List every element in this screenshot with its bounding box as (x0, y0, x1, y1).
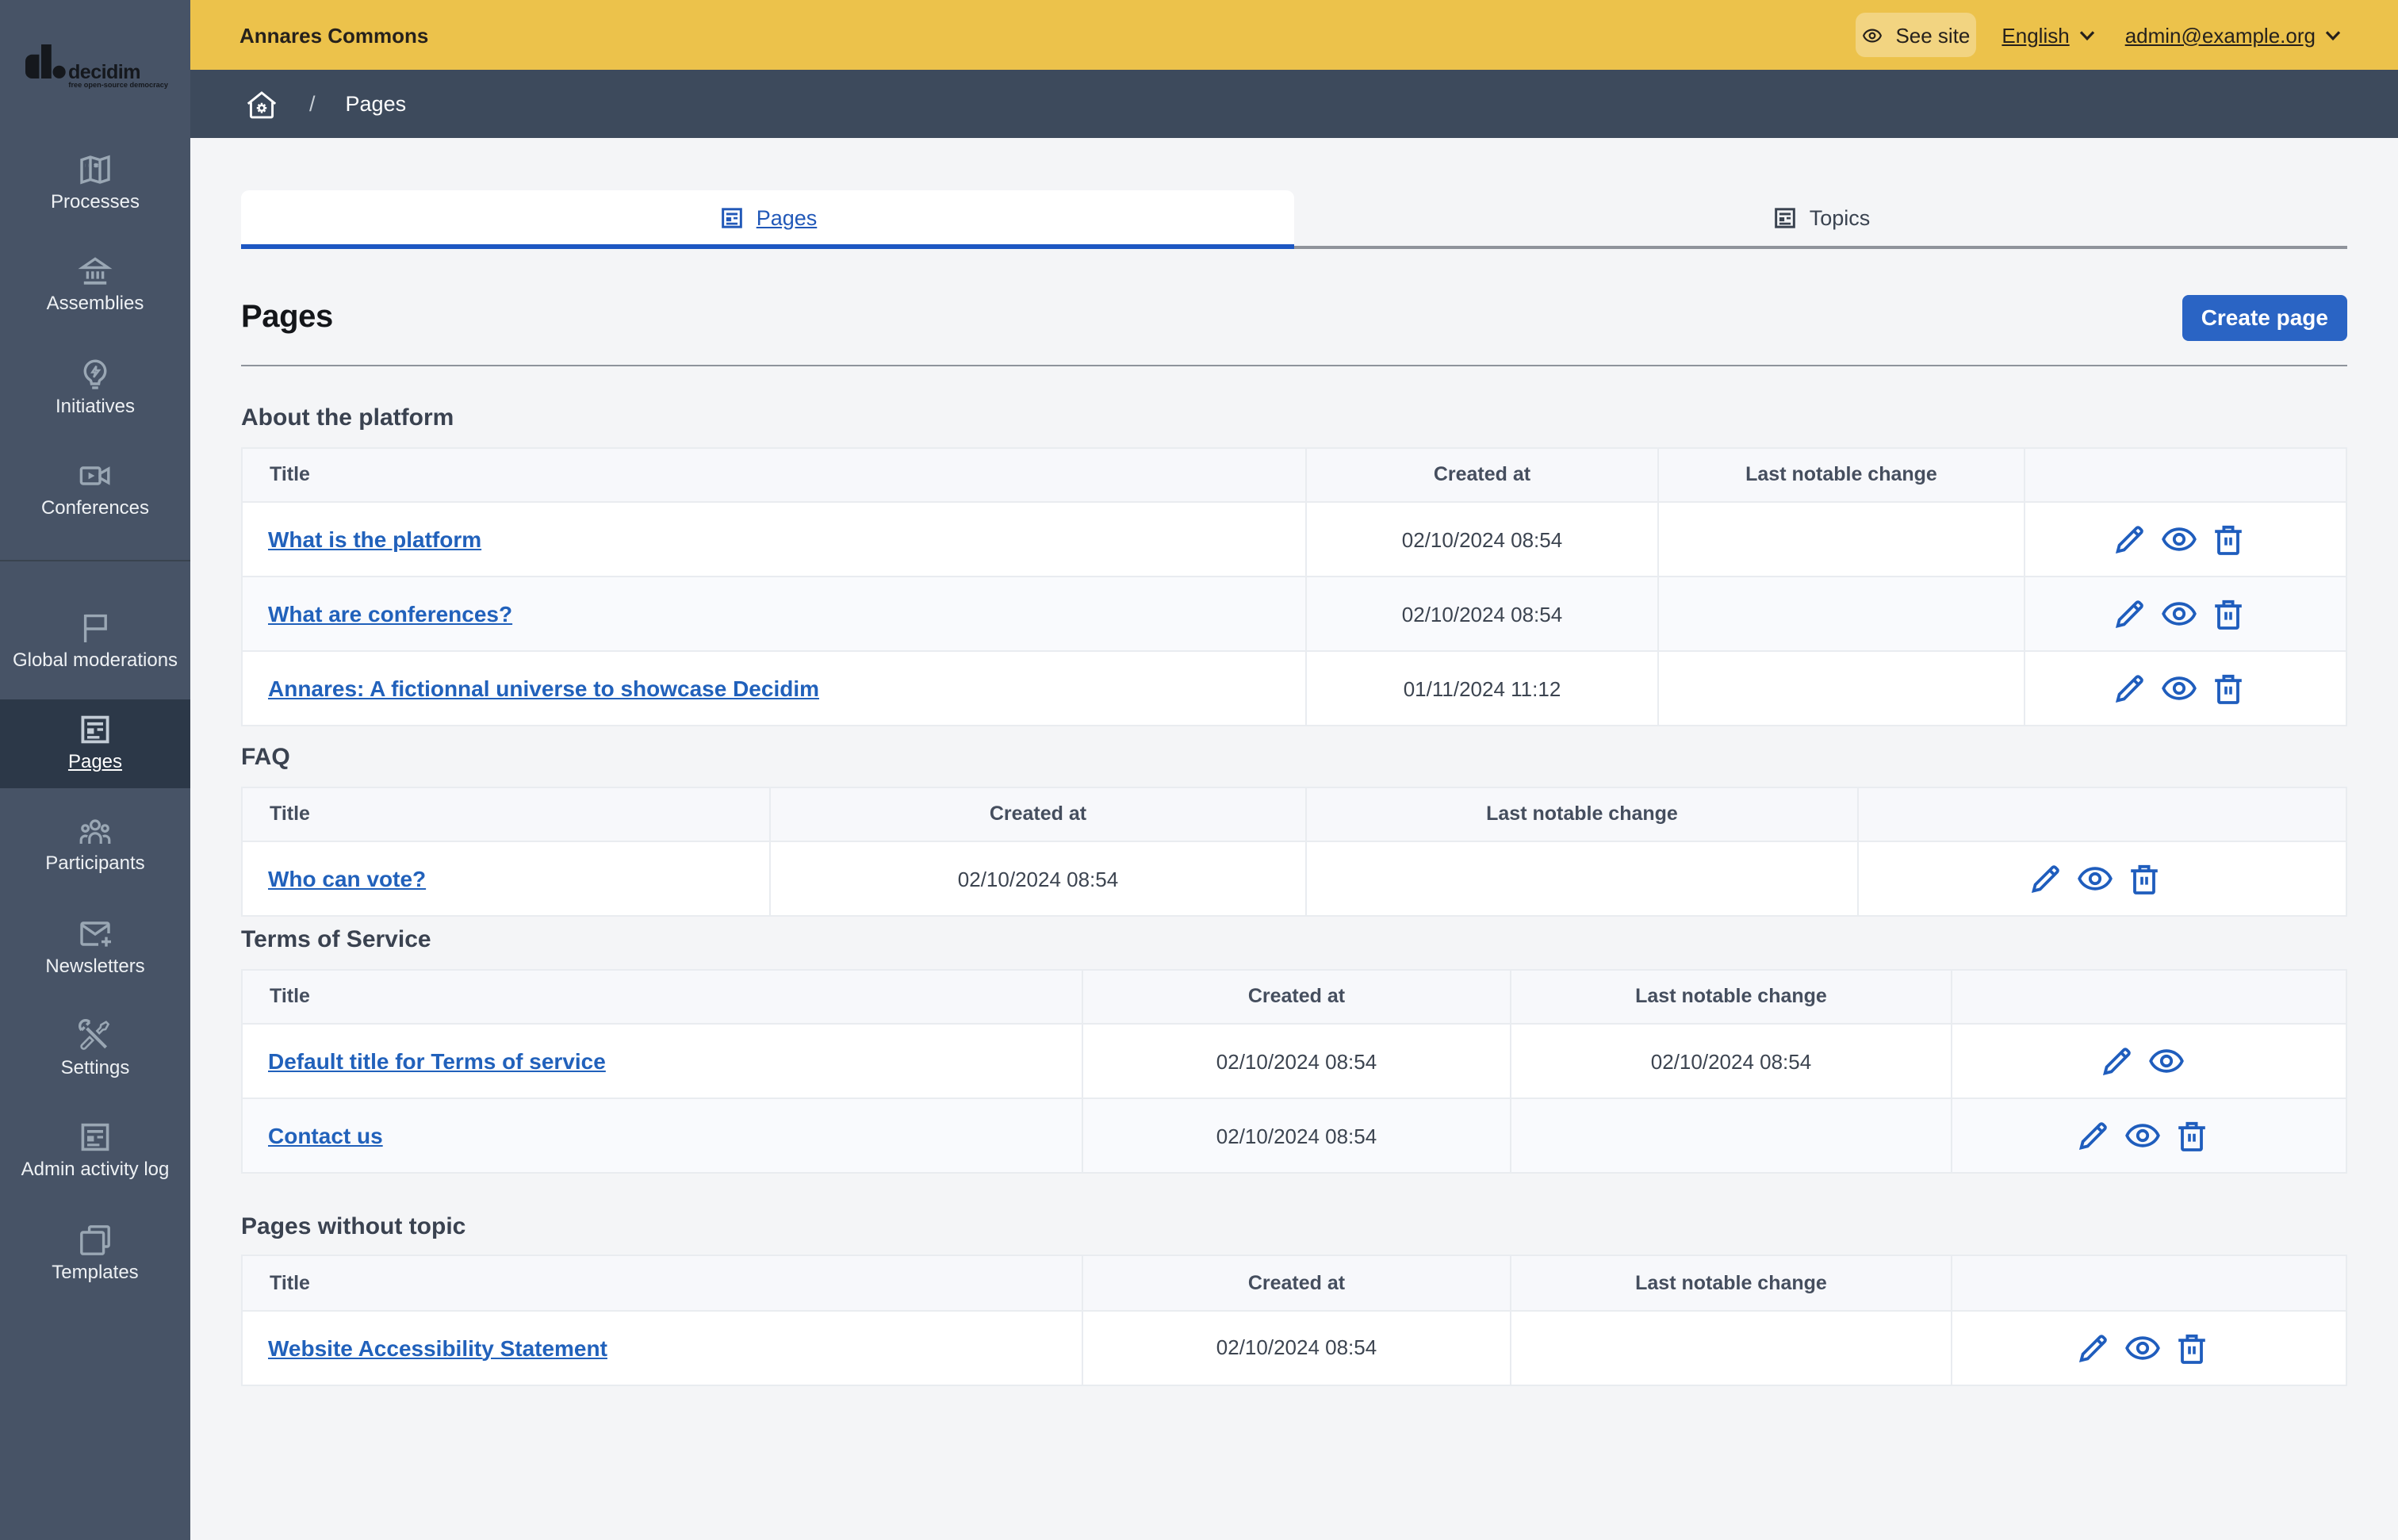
svg-text:free open-source democracy: free open-source democracy (68, 81, 169, 89)
svg-text:decidim: decidim (68, 61, 140, 83)
